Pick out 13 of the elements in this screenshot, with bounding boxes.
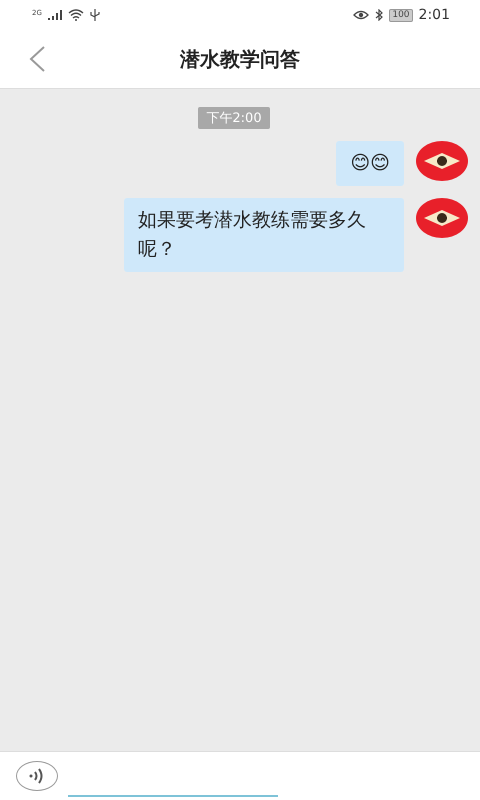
timestamp: 下午2:00: [198, 107, 270, 129]
signal-icon: [48, 10, 62, 20]
message-bubble: 😊😊: [336, 141, 404, 186]
usb-icon: [90, 9, 100, 21]
clock: 2:01: [418, 7, 450, 23]
message-bubble: 如果要考潜水教练需要多久呢？: [124, 198, 404, 272]
wifi-icon: [68, 9, 84, 21]
voice-button[interactable]: [16, 761, 58, 791]
back-icon[interactable]: [28, 46, 46, 72]
battery-indicator: 100: [389, 8, 413, 22]
page-title: 潜水教学问答: [180, 46, 300, 70]
bluetooth-icon: [375, 9, 384, 21]
eye-icon: [353, 10, 370, 20]
